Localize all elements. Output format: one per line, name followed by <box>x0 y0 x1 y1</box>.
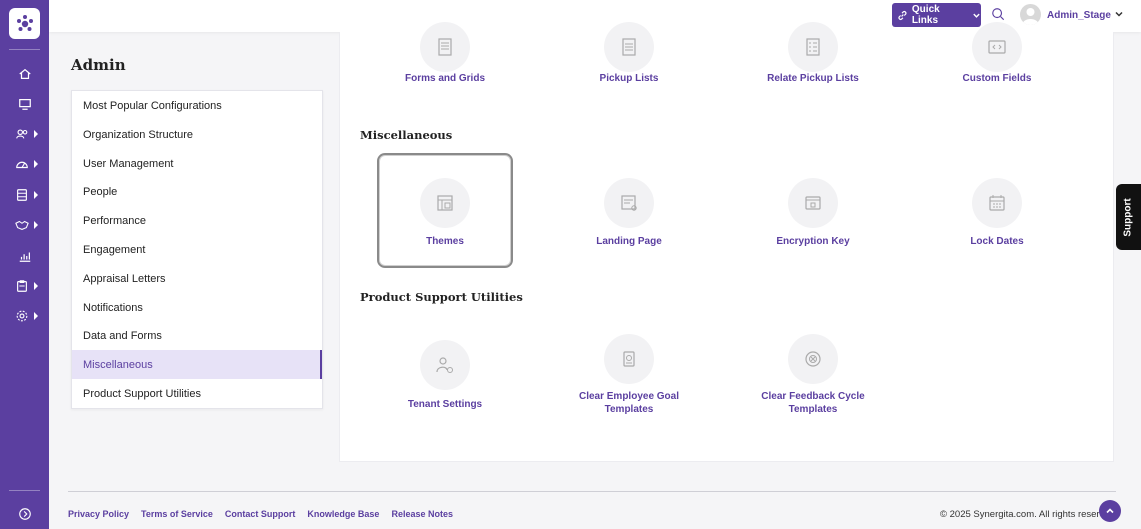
footer-link-privacy-policy[interactable]: Privacy Policy <box>68 509 129 519</box>
tile-themes[interactable]: Themes <box>377 153 513 268</box>
theme-icon <box>420 178 470 228</box>
rail-divider <box>9 49 40 50</box>
expand-caret-icon <box>34 282 38 290</box>
tile-clear-employee-goal-templates[interactable]: Clear Employee Goal Templates <box>561 334 697 418</box>
chart-icon <box>19 252 30 262</box>
expand-caret-icon <box>34 221 38 229</box>
rail-tasks[interactable] <box>0 274 49 298</box>
app-logo[interactable] <box>9 8 40 39</box>
rail-database[interactable] <box>0 183 49 207</box>
support-tab-label: Support <box>1123 197 1135 237</box>
database-icon <box>16 189 27 201</box>
relate-list-icon <box>788 22 838 72</box>
code-icon <box>972 22 1022 72</box>
rail-engagement[interactable] <box>0 213 49 237</box>
admin-content-panel: Forms and Grids Pickup Lists Relate Pick… <box>339 22 1114 462</box>
lock-icon <box>788 178 838 228</box>
section-title-miscellaneous: Miscellaneous <box>360 128 453 142</box>
tile-label: Encryption Key <box>776 236 850 247</box>
expand-caret-icon <box>34 160 38 168</box>
menu-item-most-popular[interactable]: Most Popular Configurations <box>72 91 322 120</box>
menu-item-product-support-utilities[interactable]: Product Support Utilities <box>72 379 322 408</box>
chevron-down-icon <box>973 13 980 18</box>
tile-lock-dates[interactable]: Lock Dates <box>929 178 1065 248</box>
logo-icon <box>16 14 33 31</box>
rail-people[interactable] <box>0 122 49 146</box>
menu-item-organization-structure[interactable]: Organization Structure <box>72 120 322 149</box>
tile-relate-pickup-lists[interactable]: Relate Pickup Lists <box>745 22 881 92</box>
footer-divider <box>68 491 1116 492</box>
menu-item-data-and-forms[interactable]: Data and Forms <box>72 321 322 350</box>
tile-label: Clear Feedback Cycle Templates <box>761 391 865 415</box>
rail-expand[interactable] <box>0 502 49 526</box>
tile-landing-page[interactable]: Landing Page <box>561 178 697 248</box>
tile-label: Lock Dates <box>970 236 1024 247</box>
clear-feedback-icon <box>788 334 838 384</box>
tile-tenant-settings[interactable]: Tenant Settings <box>377 340 513 412</box>
scroll-to-top-button[interactable] <box>1099 500 1121 522</box>
menu-item-notifications[interactable]: Notifications <box>72 293 322 322</box>
rail-settings[interactable] <box>0 304 49 328</box>
tile-label: Tenant Settings <box>407 399 483 410</box>
expand-caret-icon <box>34 312 38 320</box>
user-name[interactable]: Admin_Stage <box>1047 10 1111 21</box>
footer-link-contact-support[interactable]: Contact Support <box>225 509 296 519</box>
tile-label: Pickup Lists <box>599 73 659 84</box>
chevron-up-icon <box>1106 508 1114 514</box>
landing-page-icon <box>604 178 654 228</box>
monitor-icon <box>18 99 31 110</box>
rail-reports[interactable] <box>0 244 49 268</box>
support-tab[interactable]: Support <box>1116 184 1141 250</box>
menu-item-miscellaneous[interactable]: Miscellaneous <box>72 350 322 379</box>
home-icon <box>18 68 31 79</box>
footer-links: Privacy Policy Terms of Service Contact … <box>68 509 453 519</box>
tile-forms-and-grids[interactable]: Forms and Grids <box>377 22 513 92</box>
tile-label: Landing Page <box>596 236 662 247</box>
rail-dashboard[interactable] <box>0 92 49 116</box>
menu-item-appraisal-letters[interactable]: Appraisal Letters <box>72 264 322 293</box>
clear-goal-icon <box>604 334 654 384</box>
rail-performance[interactable] <box>0 152 49 176</box>
section-title-product-support: Product Support Utilities <box>360 290 523 304</box>
menu-item-people[interactable]: People <box>72 177 322 206</box>
handshake-icon <box>14 220 29 230</box>
gear-icon <box>16 310 27 322</box>
rail-divider <box>9 490 40 491</box>
tile-encryption-key[interactable]: Encryption Key <box>745 178 881 248</box>
rail-home[interactable] <box>0 62 49 86</box>
menu-item-engagement[interactable]: Engagement <box>72 235 322 264</box>
calendar-icon <box>972 178 1022 228</box>
expand-circle-icon <box>18 508 31 520</box>
app-root: Quick Links Admin_Stage Admin Most Popul… <box>0 0 1141 529</box>
copyright-text: © 2025 Synergita.com. All rights reserve… <box>940 509 1105 520</box>
footer-link-terms-of-service[interactable]: Terms of Service <box>141 509 213 519</box>
list-icon <box>604 22 654 72</box>
form-icon <box>420 22 470 72</box>
page-title: Admin <box>71 56 126 74</box>
tile-label: Themes <box>426 236 464 247</box>
tenant-settings-icon <box>420 340 470 390</box>
tile-custom-fields[interactable]: Custom Fields <box>929 22 1065 92</box>
tile-label: Forms and Grids <box>404 73 485 84</box>
link-icon <box>898 10 907 20</box>
left-rail <box>0 0 49 529</box>
footer-link-release-notes[interactable]: Release Notes <box>391 509 453 519</box>
tile-pickup-lists[interactable]: Pickup Lists <box>561 22 697 92</box>
clipboard-icon <box>16 280 27 292</box>
chevron-down-icon[interactable] <box>1114 9 1124 19</box>
menu-item-performance[interactable]: Performance <box>72 206 322 235</box>
menu-item-user-management[interactable]: User Management <box>72 149 322 178</box>
gauge-icon <box>15 161 28 169</box>
tile-label: Clear Employee Goal Templates <box>578 391 680 415</box>
people-icon <box>15 129 27 139</box>
expand-caret-icon <box>34 130 38 138</box>
tile-clear-feedback-cycle-templates[interactable]: Clear Feedback Cycle Templates <box>745 334 881 418</box>
expand-caret-icon <box>34 191 38 199</box>
admin-menu: Most Popular Configurations Organization… <box>71 90 323 409</box>
tile-label: Custom Fields <box>962 73 1032 84</box>
tile-label: Relate Pickup Lists <box>767 73 859 84</box>
footer-link-knowledge-base[interactable]: Knowledge Base <box>307 509 379 519</box>
search-icon[interactable] <box>991 7 1005 21</box>
